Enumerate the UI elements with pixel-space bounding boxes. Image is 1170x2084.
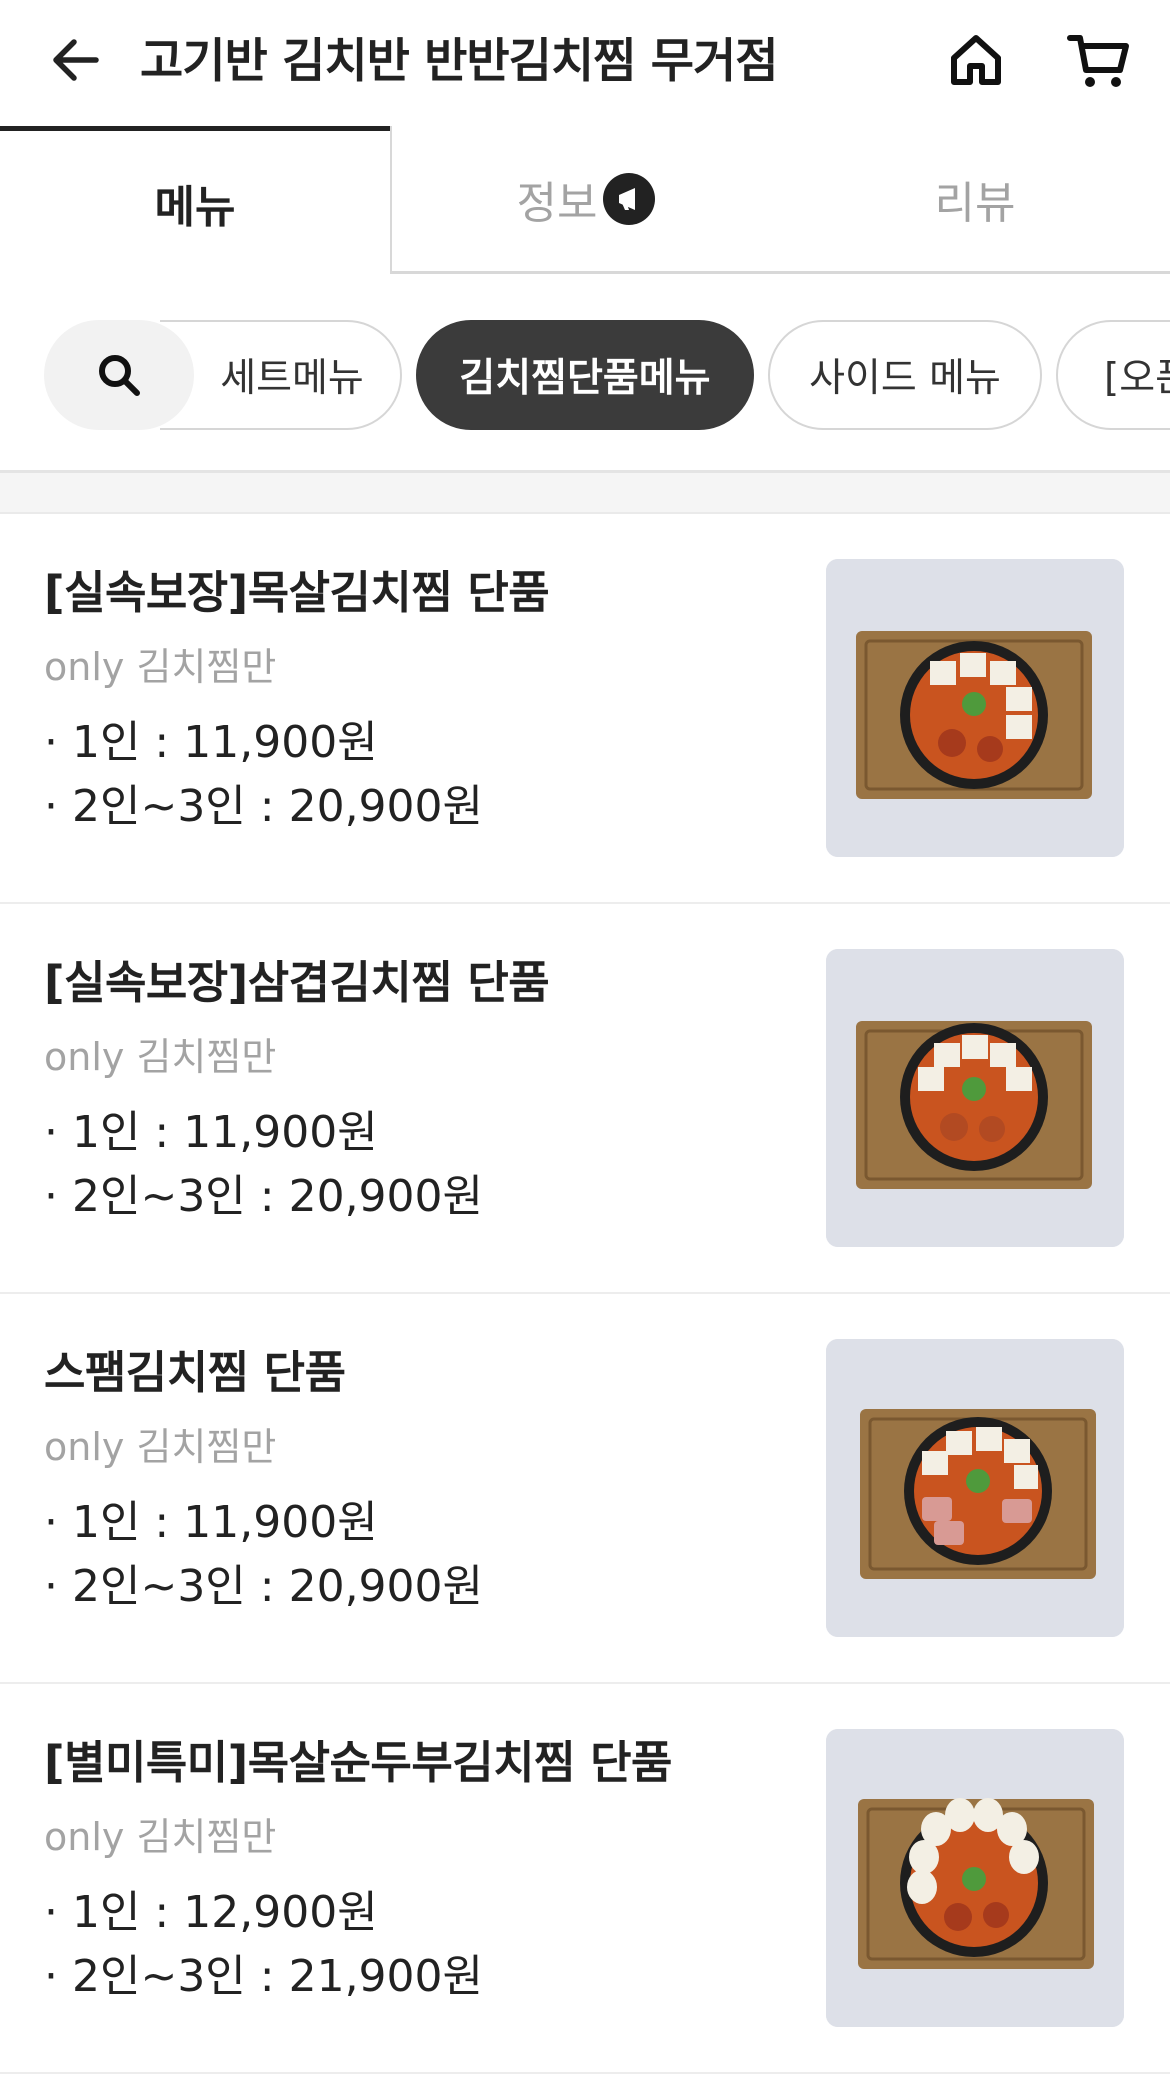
menu-item-photo bbox=[826, 1339, 1124, 1637]
menu-list: [실속보장]목살김치찜 단품 only 김치찜만 · 1인 : 11,900원 … bbox=[0, 514, 1170, 2074]
menu-item-name: 스팸김치찜 단품 bbox=[44, 1346, 346, 1399]
menu-item-price-single: · 1인 : 11,900원 bbox=[44, 1497, 378, 1548]
page-title: 고기반 김치반 반반김치찜 무거점 bbox=[140, 34, 778, 89]
tab-menu[interactable]: 메뉴 bbox=[0, 126, 390, 274]
search-icon bbox=[99, 355, 140, 396]
menu-item[interactable]: 스팸김치찜 단품 only 김치찜만 · 1인 : 11,900원 · 2인~3… bbox=[0, 1294, 1170, 1684]
category-chip-label: 김치찜단품메뉴 bbox=[459, 356, 711, 401]
menu-item-name: [별미특미]목살순두부김치찜 단품 bbox=[44, 1736, 672, 1789]
menu-item-photo bbox=[826, 559, 1124, 857]
megaphone-icon bbox=[603, 172, 656, 225]
category-chip-kimchi-jjim-single[interactable]: 김치찜단품메뉴 bbox=[416, 320, 754, 430]
menu-item[interactable]: [실속보장]목살김치찜 단품 only 김치찜만 · 1인 : 11,900원 … bbox=[0, 514, 1170, 904]
category-chip-label: 사이드 메뉴 bbox=[809, 356, 1001, 401]
arrow-left-icon bbox=[53, 39, 99, 81]
menu-item-description: only 김치찜만 bbox=[44, 1035, 277, 1079]
home-button[interactable] bbox=[938, 22, 1014, 98]
category-chip-side-menu[interactable]: 사이드 메뉴 bbox=[768, 320, 1042, 430]
menu-item-name: [실속보장]삼겹김치찜 단품 bbox=[44, 956, 550, 1009]
menu-item-photo bbox=[826, 1729, 1124, 2027]
section-divider bbox=[0, 470, 1170, 514]
menu-item-description: only 김치찜만 bbox=[44, 1425, 277, 1469]
tab-review-label: 리뷰 bbox=[934, 177, 1016, 229]
menu-item-price-group: · 2인~3인 : 20,900원 bbox=[44, 1171, 484, 1222]
top-app-bar: 고기반 김치반 반반김치찜 무거점 bbox=[0, 0, 1170, 126]
tab-review[interactable]: 리뷰 bbox=[780, 126, 1170, 274]
category-chip-label: 세트메뉴 bbox=[220, 356, 364, 401]
menu-item-price-group: · 2인~3인 : 20,900원 bbox=[44, 781, 484, 832]
menu-item-price-group: · 2인~3인 : 21,900원 bbox=[44, 1951, 484, 2002]
menu-item-description: only 김치찜만 bbox=[44, 1815, 277, 1859]
category-chip-bar: 세트메뉴 김치찜단품메뉴 사이드 메뉴 [오픈 bbox=[0, 274, 1170, 470]
menu-item-price-group: · 2인~3인 : 20,900원 bbox=[44, 1561, 484, 1612]
menu-item-photo bbox=[826, 949, 1124, 1247]
menu-item[interactable]: [별미특미]목살순두부김치찜 단품 only 김치찜만 · 1인 : 12,90… bbox=[0, 1684, 1170, 2074]
menu-item-description: only 김치찜만 bbox=[44, 645, 277, 689]
menu-item-name: [실속보장]목살김치찜 단품 bbox=[44, 566, 550, 619]
tab-info[interactable]: 정보 bbox=[390, 126, 780, 274]
cart-button[interactable] bbox=[1058, 22, 1138, 98]
store-tabs: 메뉴 정보 리뷰 bbox=[0, 126, 1170, 274]
menu-search-button[interactable] bbox=[44, 320, 194, 430]
category-chip-label: [오픈 bbox=[1104, 356, 1170, 401]
tab-info-label: 정보 bbox=[516, 177, 598, 229]
menu-item[interactable]: [실속보장]삼겹김치찜 단품 only 김치찜만 · 1인 : 11,900원 … bbox=[0, 904, 1170, 1294]
home-icon bbox=[951, 35, 1001, 85]
menu-item-price-single: · 1인 : 12,900원 bbox=[44, 1887, 378, 1938]
category-chip-set-menu[interactable]: 세트메뉴 bbox=[160, 320, 402, 430]
menu-item-price-single: · 1인 : 11,900원 bbox=[44, 1107, 378, 1158]
back-button[interactable] bbox=[40, 24, 112, 96]
category-chip-open[interactable]: [오픈 bbox=[1056, 320, 1170, 430]
menu-item-price-single: · 1인 : 11,900원 bbox=[44, 717, 378, 768]
cart-icon bbox=[1067, 35, 1129, 87]
tab-menu-label: 메뉴 bbox=[154, 181, 236, 233]
